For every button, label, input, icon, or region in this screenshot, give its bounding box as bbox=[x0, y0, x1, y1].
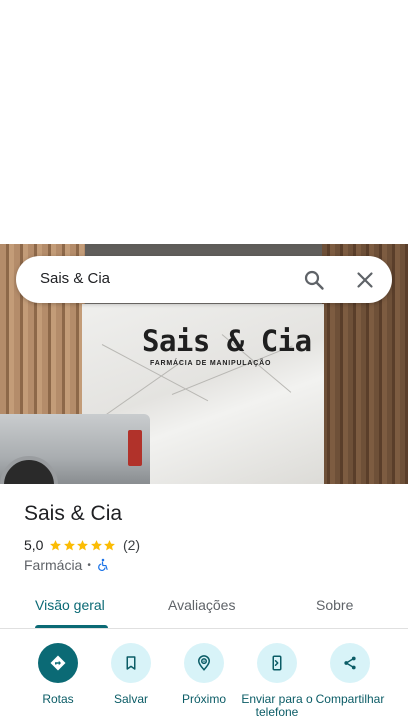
rating-row[interactable]: 5,0 (2) bbox=[24, 537, 140, 553]
nearby-label: Próximo bbox=[181, 692, 226, 706]
save-label: Salvar bbox=[113, 692, 148, 706]
directions-button[interactable]: Rotas bbox=[18, 643, 98, 706]
search-icon[interactable] bbox=[302, 268, 326, 292]
star-icon bbox=[64, 539, 75, 550]
send-to-phone-label: Enviar para o telefone bbox=[241, 692, 313, 719]
rating-stars bbox=[49, 539, 117, 552]
send-to-phone-icon bbox=[257, 643, 297, 683]
star-icon bbox=[104, 539, 116, 550]
nearby-icon bbox=[184, 643, 224, 683]
shop-sign-subtitle: FARMÁCIA DE MANIPULAÇÃO bbox=[150, 360, 272, 367]
map-blank-area bbox=[0, 0, 408, 244]
tab-overview[interactable]: Visão geral bbox=[35, 597, 105, 613]
star-icon bbox=[91, 539, 102, 550]
search-bar[interactable]: Sais & Cia bbox=[16, 256, 392, 303]
tab-about[interactable]: Sobre bbox=[316, 597, 353, 613]
active-tab-indicator bbox=[35, 625, 108, 628]
share-icon bbox=[330, 643, 370, 683]
search-input[interactable]: Sais & Cia bbox=[40, 270, 110, 287]
tab-reviews[interactable]: Avaliações bbox=[168, 597, 235, 613]
send-to-phone-button[interactable]: Enviar para o telefone bbox=[237, 643, 317, 719]
wheelchair-accessible-icon bbox=[98, 558, 108, 571]
action-bar: Rotas Salvar Próximo Enviar para o telef… bbox=[0, 640, 408, 728]
category-row: Farmácia • bbox=[24, 557, 110, 573]
tab-bar: Visão geral Avaliações Sobre bbox=[0, 584, 408, 629]
share-button[interactable]: Compartilhar bbox=[310, 643, 390, 706]
directions-icon bbox=[38, 643, 78, 683]
rating-value: 5,0 bbox=[24, 537, 44, 553]
nearby-button[interactable]: Próximo bbox=[164, 643, 244, 706]
star-icon bbox=[50, 539, 62, 550]
separator-dot: • bbox=[87, 559, 91, 571]
shop-sign: Sais & Cia bbox=[142, 324, 312, 358]
place-title: Sais & Cia bbox=[24, 502, 123, 525]
bookmark-icon bbox=[111, 643, 151, 683]
place-category[interactable]: Farmácia bbox=[24, 557, 82, 573]
review-count[interactable]: (2) bbox=[123, 537, 140, 553]
directions-label: Rotas bbox=[42, 692, 74, 706]
star-icon bbox=[77, 539, 89, 550]
photo-truck-light bbox=[128, 430, 142, 466]
close-icon[interactable] bbox=[353, 268, 377, 292]
save-button[interactable]: Salvar bbox=[91, 643, 171, 706]
share-label: Compartilhar bbox=[315, 692, 385, 706]
